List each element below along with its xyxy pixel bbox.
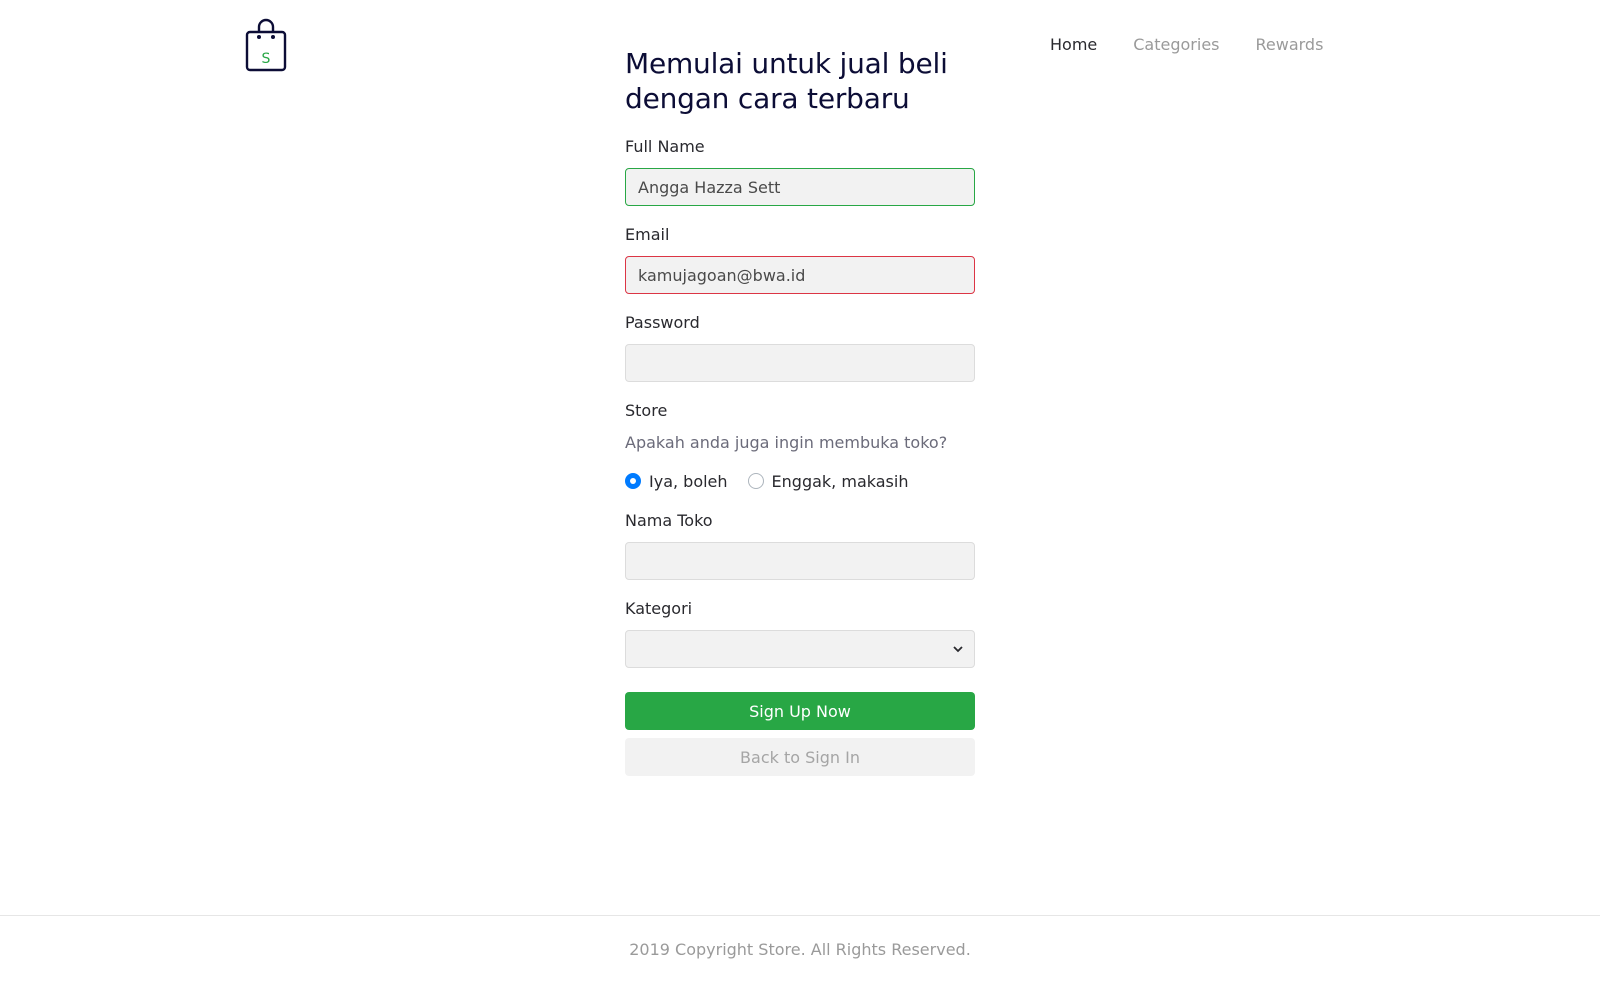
password-input[interactable]: [625, 344, 975, 382]
page-title: Memulai untuk jual beli dengan cara terb…: [625, 46, 975, 116]
back-to-sign-in-button[interactable]: Back to Sign In: [625, 738, 975, 776]
full-name-input[interactable]: [625, 168, 975, 206]
radio-open-store-yes[interactable]: Iya, boleh: [625, 472, 728, 491]
radio-yes-label: Iya, boleh: [649, 471, 728, 491]
nav-categories[interactable]: Categories: [1133, 34, 1219, 56]
radio-unchecked-icon[interactable]: [747, 473, 764, 489]
top-nav: Home Categories Rewards: [1050, 34, 1323, 56]
chevron-down-icon: [953, 646, 963, 653]
full-name-label: Full Name: [625, 137, 705, 156]
password-label: Password: [625, 313, 700, 332]
category-select[interactable]: [625, 630, 975, 668]
radio-open-store-no[interactable]: Enggak, makasih: [747, 471, 909, 491]
category-label: Kategori: [625, 599, 693, 618]
store-radio-group: Iya, boleh Enggak, makasih: [625, 470, 975, 492]
radio-no-label: Enggak, makasih: [771, 471, 909, 491]
nav-rewards[interactable]: Rewards: [1256, 34, 1324, 56]
store-logo[interactable]: S: [244, 18, 288, 72]
store-name-label: Nama Toko: [625, 511, 713, 530]
shopping-bag-icon: S: [245, 18, 287, 72]
store-label: Store: [625, 401, 668, 420]
email-input[interactable]: [625, 256, 975, 294]
store-name-input[interactable]: [625, 542, 975, 580]
radio-checked-icon[interactable]: [625, 473, 641, 489]
store-question: Apakah anda juga ingin membuka toko?: [625, 433, 948, 452]
category-select-box[interactable]: [625, 630, 975, 668]
nav-home[interactable]: Home: [1050, 34, 1097, 56]
logo-letter: S: [262, 51, 271, 67]
signup-form: Memulai untuk jual beli dengan cara terb…: [625, 46, 975, 776]
sign-up-button[interactable]: Sign Up Now: [625, 692, 975, 730]
copyright-text: 2019 Copyright Store. All Rights Reserve…: [629, 940, 971, 959]
title-line-1: Memulai untuk jual beli: [625, 47, 948, 80]
email-label: Email: [625, 225, 670, 244]
title-line-2: dengan cara terbaru: [625, 82, 910, 115]
footer: 2019 Copyright Store. All Rights Reserve…: [0, 915, 1600, 988]
